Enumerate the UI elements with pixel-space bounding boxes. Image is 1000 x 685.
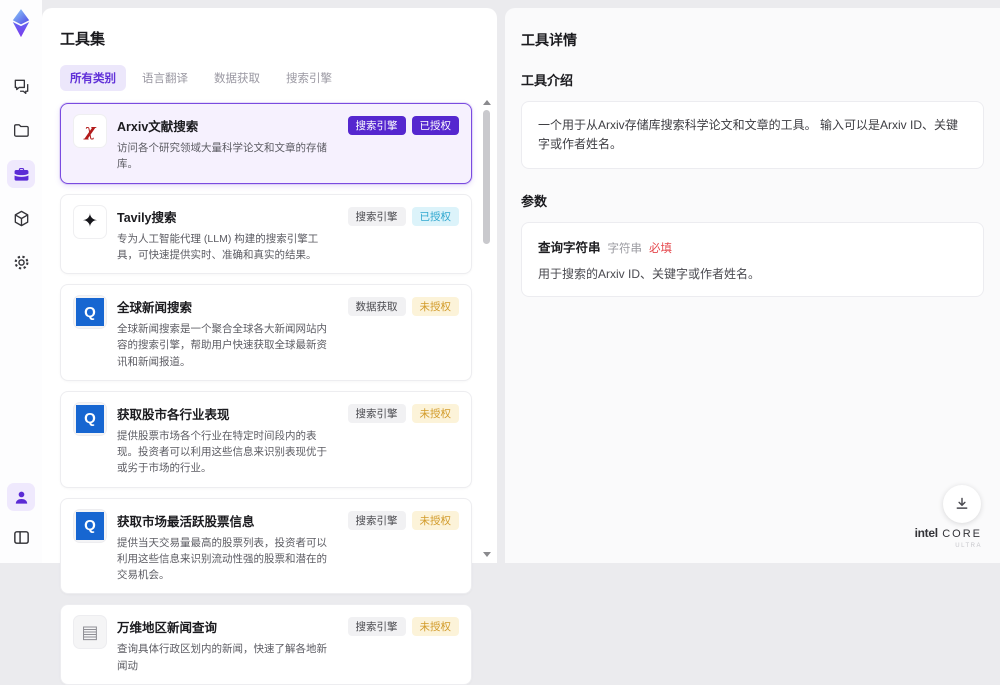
tool-card[interactable]: Arxiv文献搜索 访问各个研究领域大量科学论文和文章的存储库。 搜索引擎 已授… [60,103,472,184]
auth-status-badge: 未授权 [412,404,460,423]
download-icon [953,495,971,513]
auth-status-badge: 未授权 [412,511,460,530]
sidebar [0,0,42,563]
toolbox-icon[interactable] [7,160,35,188]
sidebar-nav [7,72,35,276]
tool-description: 查询具体行政区划内的新闻，快速了解各地新闻动 [117,641,332,674]
tool-description: 全球新闻搜索是一个聚合全球各大新闻网站内容的搜索引擎，帮助用户快速获取全球最新资… [117,321,332,370]
params-heading: 参数 [521,191,984,210]
param-type: 字符串 [608,240,643,256]
category-tab[interactable]: 数据获取 [204,65,270,91]
cube-icon[interactable] [7,204,35,232]
intel-brand-text: intel [915,526,938,540]
tool-description: 提供当天交易量最高的股票列表，投资者可以利用这些信息来识别流动性强的股票和潜在的… [117,535,332,584]
intro-heading: 工具介绍 [521,70,984,89]
auth-status-badge: 未授权 [412,297,460,316]
panel-toggle-icon[interactable] [7,523,35,551]
tool-card[interactable]: 获取股市各行业表现 提供股票市场各个行业在特定时间段内的表现。投资者可以利用这些… [60,391,472,488]
category-badge: 搜索引擎 [348,404,406,423]
tool-detail-panel: 工具详情 工具介绍 一个用于从Arxiv存储库搜索科学论文和文章的工具。 输入可… [505,8,1000,563]
tool-card[interactable]: 万维地区新闻查询 查询具体行政区划内的新闻，快速了解各地新闻动 搜索引擎 未授权 [60,604,472,685]
list-scrollbar[interactable] [482,100,491,557]
tool-logo-icon [73,205,107,239]
tool-name: Arxiv文献搜索 [117,116,332,135]
tool-name: 万维地区新闻查询 [117,617,332,636]
category-badge: 搜索引擎 [348,207,406,226]
scroll-up-icon[interactable] [483,100,491,105]
settings-gear-icon[interactable] [7,248,35,276]
scroll-down-icon[interactable] [483,552,491,557]
intel-core-logo: intel CORE ULTRA [915,524,982,549]
tool-description: 提供股票市场各个行业在特定时间段内的表现。投资者可以利用这些信息来识别表现优于或… [117,428,332,477]
tool-logo-icon [73,402,107,436]
tool-name: 全球新闻搜索 [117,297,332,316]
tool-description: 访问各个研究领域大量科学论文和文章的存储库。 [117,140,332,173]
category-badge: 搜索引擎 [348,116,406,135]
sidebar-bottom [7,483,35,551]
param-name: 查询字符串 [538,237,601,256]
category-tab[interactable]: 搜索引擎 [276,65,342,91]
intro-text: 一个用于从Arxiv存储库搜索科学论文和文章的工具。 输入可以是Arxiv ID… [538,116,967,154]
category-badge: 搜索引擎 [348,511,406,530]
download-button[interactable] [943,485,981,523]
category-tabs: 所有类别语言翻译数据获取搜索引擎 [60,65,497,91]
tools-list-panel: 工具集 所有类别语言翻译数据获取搜索引擎 Arxiv文献搜索 访问各个研究领域大… [42,8,497,563]
tool-logo-icon [73,509,107,543]
param-description: 用于搜索的Arxiv ID、关键字或作者姓名。 [538,265,967,282]
user-avatar-icon[interactable] [7,483,35,511]
tool-card[interactable]: 获取市场最活跃股票信息 提供当天交易量最高的股票列表，投资者可以利用这些信息来识… [60,498,472,595]
app-logo-gem-icon [7,8,35,38]
tool-name: Tavily搜索 [117,207,332,226]
scrollbar-thumb[interactable] [483,110,490,244]
tool-card[interactable]: Tavily搜索 专为人工智能代理 (LLM) 构建的搜索引擎工具，可快速提供实… [60,194,472,275]
tool-name: 获取股市各行业表现 [117,404,332,423]
page-title: 工具集 [60,28,497,49]
tool-logo-icon [73,114,107,148]
intel-core-text: CORE [942,528,982,540]
category-tab[interactable]: 所有类别 [60,65,126,91]
tool-logo-icon [73,615,107,649]
folder-icon[interactable] [7,116,35,144]
tool-description: 专为人工智能代理 (LLM) 构建的搜索引擎工具，可快速提供实时、准确和真实的结… [117,231,332,264]
detail-title: 工具详情 [521,30,984,50]
intro-box: 一个用于从Arxiv存储库搜索科学论文和文章的工具。 输入可以是Arxiv ID… [521,101,984,169]
tool-card[interactable]: 全球新闻搜索 全球新闻搜索是一个聚合全球各大新闻网站内容的搜索引擎，帮助用户快速… [60,284,472,381]
auth-status-badge: 已授权 [412,207,460,226]
param-required-flag: 必填 [649,240,672,256]
category-tab[interactable]: 语言翻译 [132,65,198,91]
tool-list: Arxiv文献搜索 访问各个研究领域大量科学论文和文章的存储库。 搜索引擎 已授… [60,103,472,685]
chat-icon[interactable] [7,72,35,100]
tool-name: 获取市场最活跃股票信息 [117,511,332,530]
tool-logo-icon [73,295,107,329]
intel-ultra-text: ULTRA [915,543,982,549]
auth-status-badge: 未授权 [412,617,460,636]
auth-status-badge: 已授权 [412,116,460,135]
category-badge: 数据获取 [348,297,406,316]
param-box: 查询字符串 字符串 必填 用于搜索的Arxiv ID、关键字或作者姓名。 [521,222,984,297]
category-badge: 搜索引擎 [348,617,406,636]
